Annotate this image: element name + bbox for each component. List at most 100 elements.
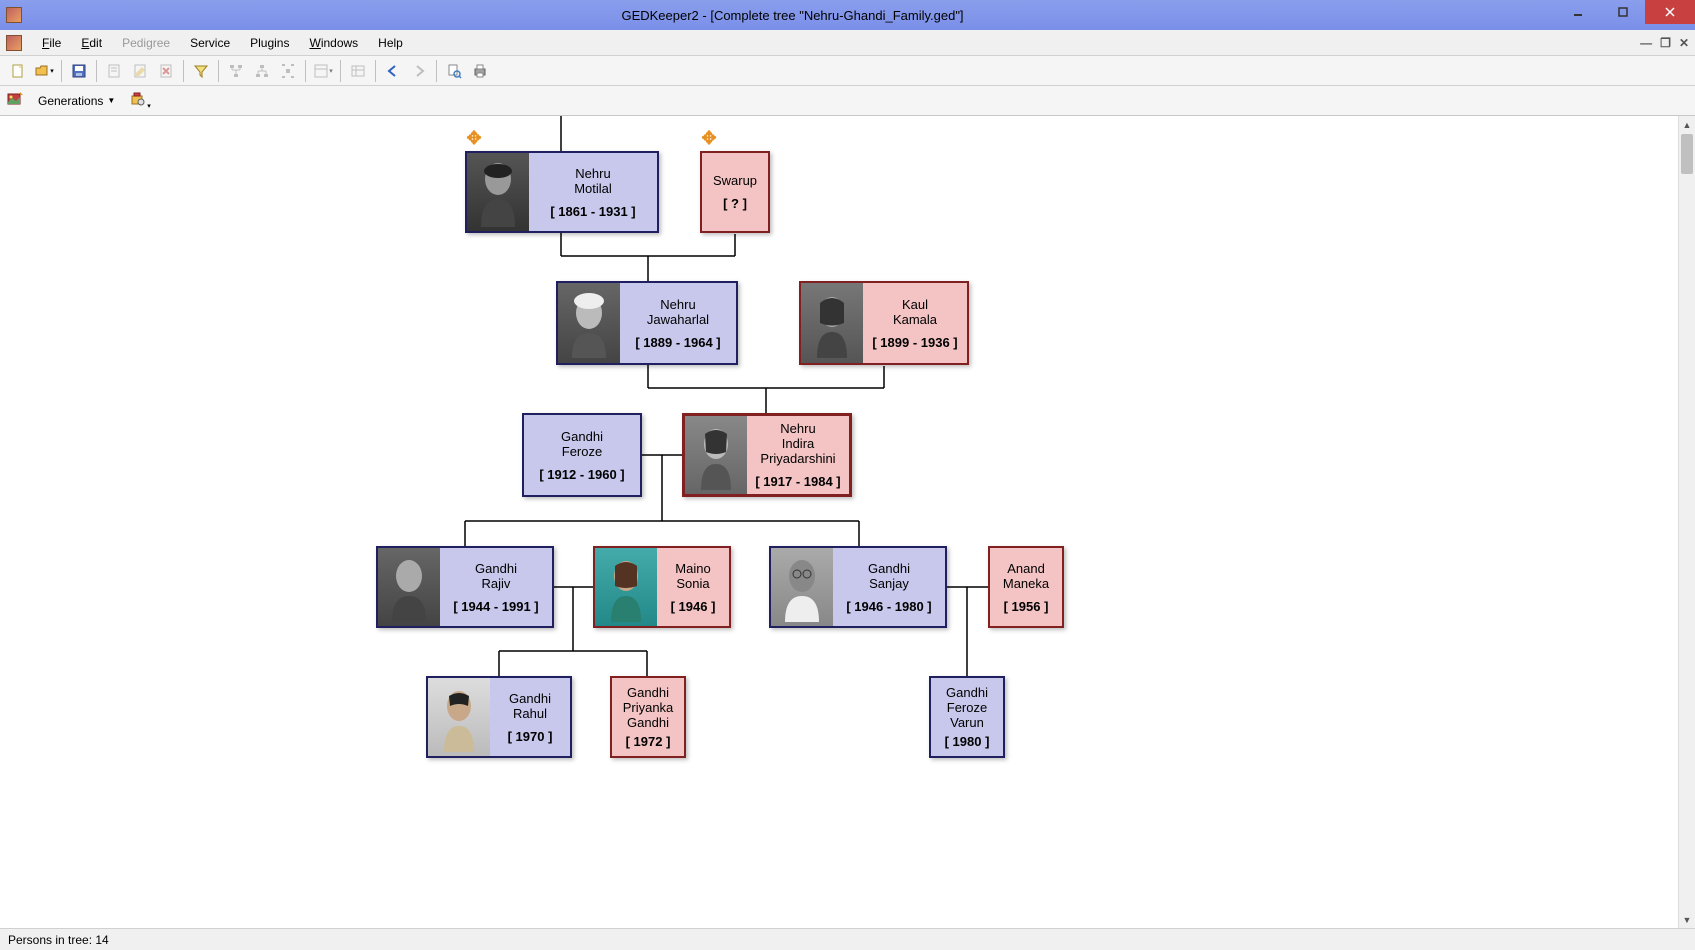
person-given: Sanjay: [869, 576, 909, 591]
tree-descendants-button[interactable]: [250, 59, 274, 83]
person-surname: Gandhi: [627, 685, 669, 700]
person-surname: Gandhi: [561, 429, 603, 444]
scroll-up-button[interactable]: ▲: [1679, 116, 1695, 133]
person-given: Rahul: [513, 706, 547, 721]
tree-ancestors-button[interactable]: [224, 59, 248, 83]
menu-edit[interactable]: Edit: [71, 32, 112, 54]
person-given: Feroze: [562, 444, 602, 459]
tree-toolbar: Generations ▼ ▾: [0, 86, 1695, 116]
person-surname: Nehru: [780, 421, 815, 436]
person-years: [ 1899 - 1936 ]: [872, 335, 957, 350]
person-years: [ 1956 ]: [1004, 599, 1049, 614]
person-years: [ ? ]: [723, 196, 747, 211]
person-years: [ 1946 - 1980 ]: [846, 599, 931, 614]
person-card-feroze[interactable]: GandhiFeroze [ 1912 - 1960 ]: [522, 413, 642, 497]
mdi-controls: — ❐ ✕: [1640, 36, 1689, 50]
filter-button[interactable]: [189, 59, 213, 83]
menu-plugins[interactable]: Plugins: [240, 32, 299, 54]
person-card-swarup[interactable]: Swarup [ ? ]: [700, 151, 770, 233]
person-photo: [558, 283, 620, 363]
person-years: [ 1980 ]: [945, 734, 990, 749]
person-given2: Gandhi: [627, 715, 669, 730]
person-given2: Priyadarshini: [760, 451, 835, 466]
person-years: [ 1912 - 1960 ]: [539, 467, 624, 482]
main-toolbar: ▾ ▾: [0, 56, 1695, 86]
chevron-down-icon: ▼: [107, 96, 115, 105]
mdi-close-button[interactable]: ✕: [1679, 36, 1689, 50]
scroll-down-button[interactable]: ▼: [1679, 911, 1695, 928]
expand-icon[interactable]: ✥: [700, 131, 718, 149]
person-card-maneka[interactable]: AnandManeka [ 1956 ]: [988, 546, 1064, 628]
minimize-button[interactable]: [1555, 0, 1600, 24]
person-photo: [378, 548, 440, 626]
maximize-button[interactable]: [1600, 0, 1645, 24]
stats-button[interactable]: [346, 59, 370, 83]
menu-service[interactable]: Service: [180, 32, 240, 54]
mdi-minimize-button[interactable]: —: [1640, 36, 1652, 50]
menu-windows[interactable]: Windows: [299, 32, 368, 54]
person-given: Rajiv: [482, 576, 511, 591]
person-surname: Maino: [675, 561, 710, 576]
generations-label: Generations: [38, 94, 103, 108]
scroll-thumb[interactable]: [1681, 134, 1693, 174]
statusbar: Persons in tree: 14: [0, 928, 1695, 950]
close-button[interactable]: [1645, 0, 1695, 24]
expand-icon[interactable]: ✥: [465, 131, 483, 149]
save-button[interactable]: [67, 59, 91, 83]
person-surname: Gandhi: [475, 561, 517, 576]
new-file-button[interactable]: [6, 59, 30, 83]
document-icon: [6, 35, 22, 51]
person-photo: [771, 548, 833, 626]
menu-pedigree: Pedigree: [112, 32, 180, 54]
person-photo: [467, 153, 529, 231]
person-surname: Anand: [1007, 561, 1045, 576]
person-surname: Nehru: [660, 297, 695, 312]
tree-both-button[interactable]: [276, 59, 300, 83]
person-photo: [801, 283, 863, 363]
window-title: GEDKeeper2 - [Complete tree "Nehru-Ghand…: [30, 8, 1555, 23]
person-given: Maneka: [1003, 576, 1049, 591]
edit-record-button[interactable]: [128, 59, 152, 83]
person-card-jawaharlal[interactable]: NehruJawaharlal [ 1889 - 1964 ]: [556, 281, 738, 365]
nav-back-button[interactable]: [381, 59, 405, 83]
person-given: Kamala: [893, 312, 937, 327]
mdi-restore-button[interactable]: ❐: [1660, 36, 1671, 50]
person-given: Motilal: [574, 181, 612, 196]
vertical-scrollbar[interactable]: ▲ ▼: [1678, 116, 1695, 928]
add-record-button[interactable]: [102, 59, 126, 83]
generations-dropdown[interactable]: Generations ▼: [32, 92, 121, 110]
open-file-button[interactable]: ▾: [32, 59, 56, 83]
menu-help[interactable]: Help: [368, 32, 413, 54]
delete-record-button[interactable]: [154, 59, 178, 83]
pedigree-button[interactable]: ▾: [311, 59, 335, 83]
person-surname: Nehru: [575, 166, 610, 181]
nav-forward-button[interactable]: [407, 59, 431, 83]
person-card-indira[interactable]: NehruIndiraPriyadarshini [ 1917 - 1984 ]: [682, 413, 852, 497]
person-years: [ 1972 ]: [626, 734, 671, 749]
person-surname: Gandhi: [509, 691, 551, 706]
person-surname: Gandhi: [868, 561, 910, 576]
person-photo: [595, 548, 657, 626]
tree-connectors: [0, 116, 1695, 928]
person-card-kamala[interactable]: KaulKamala [ 1899 - 1936 ]: [799, 281, 969, 365]
person-card-sonia[interactable]: MainoSonia [ 1946 ]: [593, 546, 731, 628]
preview-button[interactable]: [442, 59, 466, 83]
status-persons-count: Persons in tree: 14: [8, 933, 109, 947]
person-card-rajiv[interactable]: GandhiRajiv [ 1944 - 1991 ]: [376, 546, 554, 628]
options-button[interactable]: ▾: [129, 90, 151, 111]
person-card-sanjay[interactable]: GandhiSanjay [ 1946 - 1980 ]: [769, 546, 947, 628]
person-years: [ 1917 - 1984 ]: [755, 474, 840, 489]
print-button[interactable]: [468, 59, 492, 83]
menu-file[interactable]: Filedocument.currentScript.previousEleme…: [32, 32, 71, 54]
export-image-button[interactable]: [6, 90, 24, 111]
person-card-varun[interactable]: GandhiFerozeVarun [ 1980 ]: [929, 676, 1005, 758]
person-surname: Kaul: [902, 297, 928, 312]
person-given: Sonia: [676, 576, 709, 591]
person-card-priyanka[interactable]: GandhiPriyankaGandhi [ 1972 ]: [610, 676, 686, 758]
person-given: Jawaharlal: [647, 312, 709, 327]
person-card-rahul[interactable]: GandhiRahul [ 1970 ]: [426, 676, 572, 758]
person-given2: Varun: [950, 715, 984, 730]
person-card-motilal[interactable]: NehruMotilal [ 1861 - 1931 ]: [465, 151, 659, 233]
person-years: [ 1861 - 1931 ]: [550, 204, 635, 219]
tree-canvas[interactable]: ✥ ✥ NehruMotilal [ 1861 - 1931 ] Swarup …: [0, 116, 1695, 928]
